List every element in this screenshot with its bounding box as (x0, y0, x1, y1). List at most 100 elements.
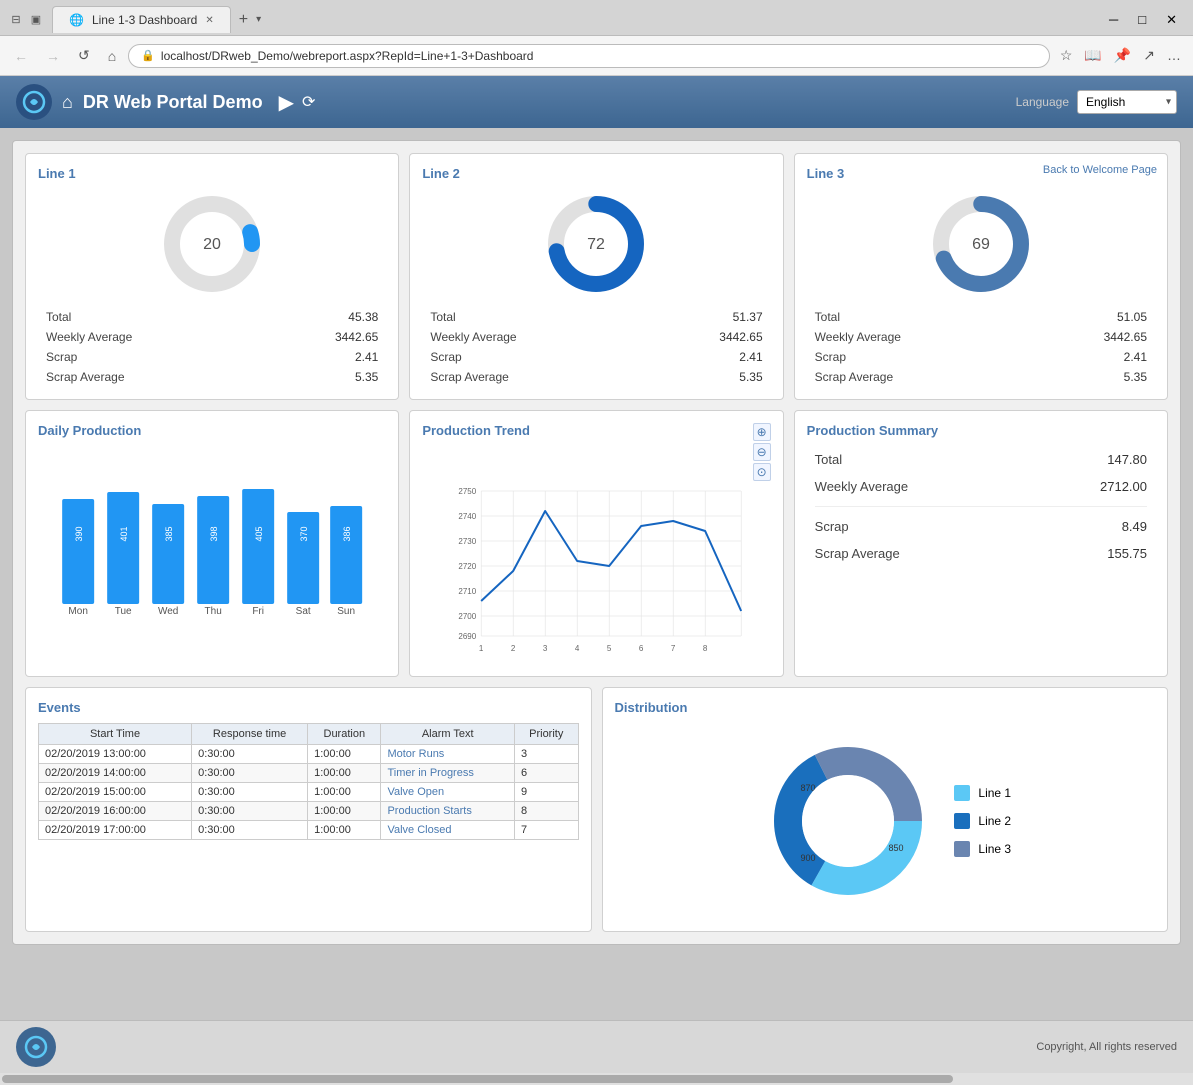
minimize-button[interactable]: ─ (1101, 10, 1126, 30)
event-start: 02/20/2019 17:00:00 (39, 821, 192, 840)
scrollbar-thumb[interactable] (2, 1075, 953, 1083)
svg-text:Fri: Fri (252, 606, 264, 614)
svg-text:Mon: Mon (68, 606, 87, 614)
event-duration: 1:00:00 (308, 764, 381, 783)
zoom-in-icon[interactable]: ⊕ (753, 423, 771, 441)
line2-card: Line 2 72 Total 51.37 Weekly Average 344… (409, 153, 783, 400)
pin-icon[interactable]: 📌 (1110, 43, 1135, 68)
share-icon[interactable]: ↗ (1139, 43, 1159, 68)
event-start: 02/20/2019 15:00:00 (39, 783, 192, 802)
summary-scrap-value: 8.49 (1122, 519, 1147, 534)
language-dropdown[interactable]: English (1077, 90, 1177, 114)
browser-chrome: ⊟ ▣ 🌐 Line 1-3 Dashboard ✕ + ▾ ─ □ ✕ ← →… (0, 0, 1193, 76)
zoom-reset-icon[interactable]: ⊙ (753, 463, 771, 481)
production-trend-card: Production Trend ⊕ ⊖ ⊙ (409, 410, 783, 677)
event-duration: 1:00:00 (308, 802, 381, 821)
event-priority: 6 (515, 764, 579, 783)
svg-text:370: 370 (299, 526, 309, 541)
event-alarm[interactable]: Production Starts (381, 802, 515, 821)
line3-scrap-row: Scrap 2.41 (807, 347, 1155, 367)
new-tab-button[interactable]: + (231, 11, 256, 29)
event-alarm[interactable]: Timer in Progress (381, 764, 515, 783)
legend-line3-label: Line 3 (978, 842, 1011, 856)
table-row: 02/20/2019 15:00:00 0:30:00 1:00:00 Valv… (39, 783, 579, 802)
extensions-icon[interactable]: … (1163, 43, 1185, 68)
event-alarm[interactable]: Valve Open (381, 783, 515, 802)
distribution-title: Distribution (615, 700, 1156, 715)
reload-button[interactable]: ↺ (72, 45, 96, 66)
svg-text:Tue: Tue (115, 606, 132, 614)
event-response: 0:30:00 (192, 783, 308, 802)
svg-text:390: 390 (74, 526, 84, 541)
summary-scrap-avg-label: Scrap Average (815, 546, 900, 561)
trend-header: Production Trend ⊕ ⊖ ⊙ (422, 423, 770, 481)
event-alarm[interactable]: Valve Closed (381, 821, 515, 840)
legend-line3: Line 3 (954, 841, 1011, 857)
reading-mode-icon[interactable]: 📖 (1080, 43, 1105, 68)
line3-donut: 69 (807, 189, 1155, 299)
line1-weekly-value: 3442.65 (335, 330, 378, 344)
line2-total-label: Total (430, 310, 455, 324)
svg-text:2740: 2740 (459, 512, 477, 521)
event-priority: 7 (515, 821, 579, 840)
forward-button[interactable]: → (40, 46, 66, 66)
line3-weekly-row: Weekly Average 3442.65 (807, 327, 1155, 347)
distribution-card: Distribution (602, 687, 1169, 932)
event-start: 02/20/2019 13:00:00 (39, 745, 192, 764)
maximize-button[interactable]: □ (1130, 10, 1154, 30)
production-summary-card: Production Summary Total 147.80 Weekly A… (794, 410, 1168, 677)
svg-text:4: 4 (575, 644, 580, 653)
line2-scrap-label: Scrap (430, 350, 461, 364)
svg-text:8: 8 (703, 644, 708, 653)
home-button[interactable]: ⌂ (102, 46, 122, 66)
legend-line1: Line 1 (954, 785, 1011, 801)
logo-icon (22, 90, 46, 114)
line2-donut: 72 (422, 189, 770, 299)
svg-text:900: 900 (801, 853, 816, 863)
horizontal-scrollbar[interactable] (0, 1073, 1193, 1085)
line2-scrap-avg-value: 5.35 (739, 370, 762, 384)
back-to-welcome-link[interactable]: Back to Welcome Page (1043, 164, 1157, 176)
middle-row: Daily Production 390 401 38 (25, 410, 1168, 677)
line2-weekly-row: Weekly Average 3442.65 (422, 327, 770, 347)
close-window-button[interactable]: ✕ (1158, 10, 1185, 30)
refresh-button[interactable]: ⟳ (302, 92, 315, 112)
back-button[interactable]: ← (8, 46, 34, 66)
table-row: 02/20/2019 16:00:00 0:30:00 1:00:00 Prod… (39, 802, 579, 821)
app-title: DR Web Portal Demo (83, 92, 263, 113)
svg-text:5: 5 (607, 644, 612, 653)
svg-text:Wed: Wed (158, 606, 178, 614)
summary-scrap-label: Scrap (815, 519, 849, 534)
line3-card: Line 3 Back to Welcome Page 69 Total 51.… (794, 153, 1168, 400)
footer-bar: Copyright, All rights reserved (0, 1020, 1193, 1073)
event-start: 02/20/2019 14:00:00 (39, 764, 192, 783)
play-button[interactable]: ▶ (279, 90, 294, 115)
active-tab[interactable]: 🌐 Line 1-3 Dashboard ✕ (52, 6, 231, 33)
tab-dropdown-button[interactable]: ▾ (256, 14, 261, 25)
tab-title: Line 1-3 Dashboard (92, 13, 197, 27)
svg-text:850: 850 (889, 843, 904, 853)
line1-scrap-value: 2.41 (355, 350, 378, 364)
main-content: Line 1 20 Total 45.38 Weekly Average 344… (0, 128, 1193, 1020)
production-summary-title: Production Summary (807, 423, 1155, 438)
summary-total-value: 147.80 (1107, 452, 1147, 467)
tab-close-button[interactable]: ✕ (205, 15, 213, 26)
zoom-out-icon[interactable]: ⊖ (753, 443, 771, 461)
home-icon[interactable]: ⌂ (62, 92, 73, 113)
bookmark-star-icon[interactable]: ☆ (1056, 43, 1077, 68)
browser-toolbar: ☆ 📖 📌 ↗ … (1056, 43, 1185, 68)
line3-scrap-avg-label: Scrap Average (815, 370, 894, 384)
line2-weekly-label: Weekly Average (430, 330, 516, 344)
line1-total-label: Total (46, 310, 71, 324)
legend-line1-color (954, 785, 970, 801)
url-box[interactable]: 🔒 localhost/DRweb_Demo/webreport.aspx?Re… (128, 44, 1050, 68)
svg-text:2710: 2710 (459, 587, 477, 596)
col-duration: Duration (308, 724, 381, 745)
app-header: ⌂ DR Web Portal Demo ▶ ⟳ Language Englis… (0, 76, 1193, 128)
event-alarm[interactable]: Motor Runs (381, 745, 515, 764)
window-icon: ⊟ (8, 12, 24, 28)
language-selector[interactable]: English ▾ (1077, 90, 1177, 114)
legend-line2-color (954, 813, 970, 829)
col-start-time: Start Time (39, 724, 192, 745)
legend-line2: Line 2 (954, 813, 1011, 829)
